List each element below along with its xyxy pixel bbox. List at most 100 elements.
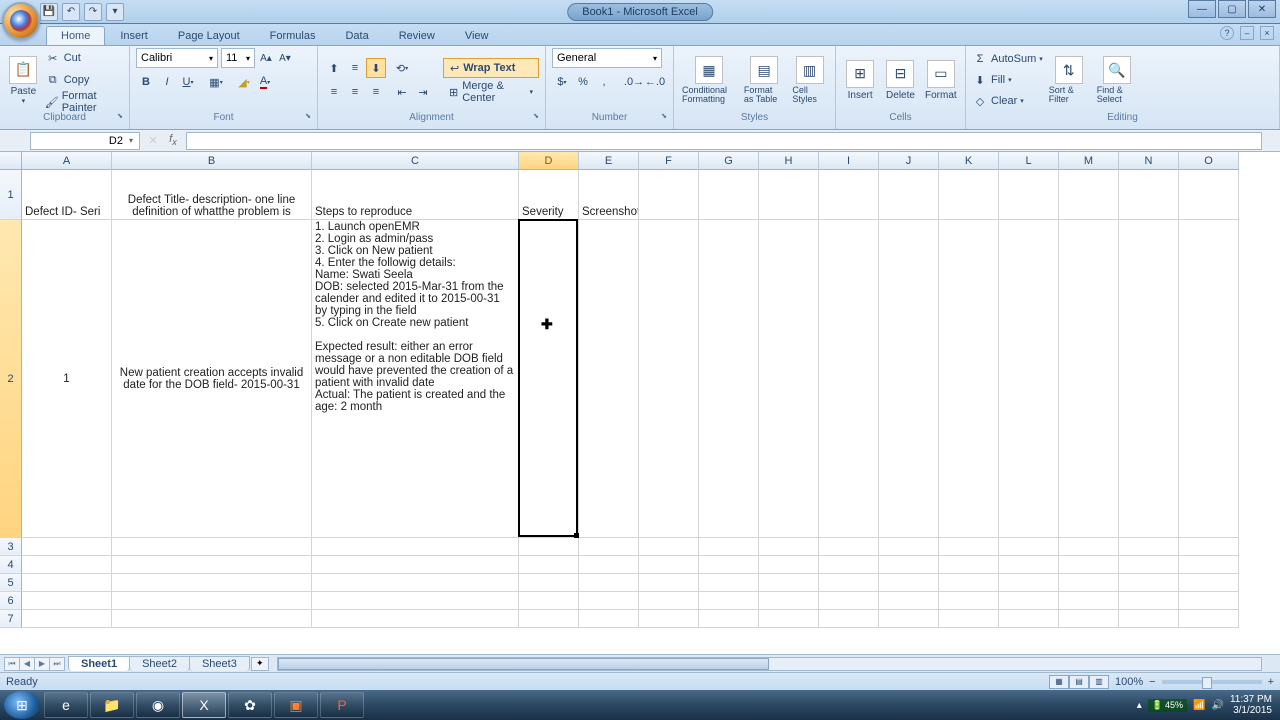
first-sheet-icon[interactable]: ⏮ xyxy=(4,657,20,671)
cell-I7[interactable] xyxy=(819,610,879,628)
cell-K6[interactable] xyxy=(939,592,999,610)
system-clock[interactable]: 11:37 PM 3/1/2015 xyxy=(1230,694,1272,716)
column-header-L[interactable]: L xyxy=(999,152,1059,170)
cell-C3[interactable] xyxy=(312,538,519,556)
tab-home[interactable]: Home xyxy=(46,26,105,45)
cell-G7[interactable] xyxy=(699,610,759,628)
help-icon[interactable]: ? xyxy=(1220,26,1234,40)
cell-F5[interactable] xyxy=(639,574,699,592)
cell-A1[interactable]: Defect ID- Seri xyxy=(22,170,112,220)
clear-button[interactable]: ◇Clear▾ xyxy=(972,91,1043,111)
underline-button[interactable]: U▾ xyxy=(178,72,198,92)
column-header-F[interactable]: F xyxy=(639,152,699,170)
cell-M3[interactable] xyxy=(1059,538,1119,556)
cell-F2[interactable] xyxy=(639,220,699,538)
cell-B6[interactable] xyxy=(112,592,312,610)
cell-F3[interactable] xyxy=(639,538,699,556)
close-button[interactable]: ✕ xyxy=(1248,0,1276,18)
cell-H3[interactable] xyxy=(759,538,819,556)
cell-M6[interactable] xyxy=(1059,592,1119,610)
paste-button[interactable]: 📋 Paste▾ xyxy=(6,54,41,107)
cell-A3[interactable] xyxy=(22,538,112,556)
format-as-table-button[interactable]: ▤Format as Table xyxy=(742,54,786,106)
office-button[interactable] xyxy=(2,2,40,40)
cut-button[interactable]: ✂Cut xyxy=(45,48,123,68)
taskbar-chrome-icon[interactable]: ◉ xyxy=(136,692,180,718)
cell-styles-button[interactable]: ▥Cell Styles xyxy=(790,54,829,106)
shrink-font-icon[interactable]: A▾ xyxy=(277,50,293,66)
tab-data[interactable]: Data xyxy=(330,26,383,45)
column-header-K[interactable]: K xyxy=(939,152,999,170)
cell-H4[interactable] xyxy=(759,556,819,574)
cell-N5[interactable] xyxy=(1119,574,1179,592)
cell-O1[interactable] xyxy=(1179,170,1239,220)
cell-D7[interactable] xyxy=(519,610,579,628)
cell-C5[interactable] xyxy=(312,574,519,592)
zoom-in-icon[interactable]: + xyxy=(1268,676,1274,688)
cell-N3[interactable] xyxy=(1119,538,1179,556)
close-workbook-icon[interactable]: × xyxy=(1260,26,1274,40)
cell-H6[interactable] xyxy=(759,592,819,610)
cell-M2[interactable] xyxy=(1059,220,1119,538)
row-header-6[interactable]: 6 xyxy=(0,592,22,610)
cell-M5[interactable] xyxy=(1059,574,1119,592)
minimize-ribbon-icon[interactable]: – xyxy=(1240,26,1254,40)
cell-J3[interactable] xyxy=(879,538,939,556)
column-header-B[interactable]: B xyxy=(112,152,312,170)
cell-B2[interactable]: New patient creation accepts invalid dat… xyxy=(112,220,312,538)
qat-more-icon[interactable]: ▾ xyxy=(106,3,124,21)
cell-A5[interactable] xyxy=(22,574,112,592)
cell-D2[interactable] xyxy=(519,220,579,538)
align-top-icon[interactable]: ⬆ xyxy=(324,58,344,78)
cell-L5[interactable] xyxy=(999,574,1059,592)
cancel-formula-icon[interactable]: ✕ xyxy=(144,132,162,150)
cell-M1[interactable] xyxy=(1059,170,1119,220)
sort-filter-button[interactable]: ⇅Sort & Filter xyxy=(1047,54,1091,106)
prev-sheet-icon[interactable]: ◀ xyxy=(19,657,35,671)
cell-K5[interactable] xyxy=(939,574,999,592)
find-select-button[interactable]: 🔍Find & Select xyxy=(1095,54,1139,106)
page-break-view-icon[interactable]: ▥ xyxy=(1089,675,1109,689)
zoom-out-icon[interactable]: − xyxy=(1149,676,1155,688)
cell-O4[interactable] xyxy=(1179,556,1239,574)
horizontal-scrollbar[interactable] xyxy=(277,657,1262,671)
column-header-E[interactable]: E xyxy=(579,152,639,170)
column-header-M[interactable]: M xyxy=(1059,152,1119,170)
fill-button[interactable]: ⬇Fill▾ xyxy=(972,70,1043,90)
cell-I3[interactable] xyxy=(819,538,879,556)
taskbar-explorer-icon[interactable]: 📁 xyxy=(90,692,134,718)
cell-E3[interactable] xyxy=(579,538,639,556)
cell-H2[interactable] xyxy=(759,220,819,538)
worksheet-grid[interactable]: ABCDEFGHIJKLMNO 1Defect ID- SeriDefect T… xyxy=(0,152,1280,654)
sheet-tab-1[interactable]: Sheet1 xyxy=(68,656,130,671)
battery-indicator[interactable]: 🔋 45% xyxy=(1148,699,1187,712)
cell-B1[interactable]: Defect Title- description- one line defi… xyxy=(112,170,312,220)
increase-indent-icon[interactable]: ⇥ xyxy=(413,82,433,102)
align-right-icon[interactable]: ≡ xyxy=(366,82,386,102)
cell-F7[interactable] xyxy=(639,610,699,628)
cell-B7[interactable] xyxy=(112,610,312,628)
border-button[interactable]: ▦▾ xyxy=(206,72,226,92)
comma-icon[interactable]: , xyxy=(594,72,614,92)
network-icon[interactable]: 📶 xyxy=(1193,700,1205,711)
cell-D4[interactable] xyxy=(519,556,579,574)
number-format-input[interactable]: General▾ xyxy=(552,48,662,68)
name-box[interactable]: D2 xyxy=(30,132,140,150)
cell-E2[interactable] xyxy=(579,220,639,538)
column-header-J[interactable]: J xyxy=(879,152,939,170)
orientation-icon[interactable]: ⟲▾ xyxy=(392,58,412,78)
merge-center-button[interactable]: ⊞Merge & Center▾ xyxy=(443,82,539,102)
column-header-H[interactable]: H xyxy=(759,152,819,170)
cell-A7[interactable] xyxy=(22,610,112,628)
cell-D6[interactable] xyxy=(519,592,579,610)
cell-K4[interactable] xyxy=(939,556,999,574)
cell-L6[interactable] xyxy=(999,592,1059,610)
taskbar-powerpoint-icon[interactable]: P xyxy=(320,692,364,718)
font-color-button[interactable]: A▾ xyxy=(255,72,275,92)
cell-N6[interactable] xyxy=(1119,592,1179,610)
cell-G1[interactable] xyxy=(699,170,759,220)
cell-E4[interactable] xyxy=(579,556,639,574)
next-sheet-icon[interactable]: ▶ xyxy=(34,657,50,671)
cell-O6[interactable] xyxy=(1179,592,1239,610)
bold-button[interactable]: B xyxy=(136,72,156,92)
